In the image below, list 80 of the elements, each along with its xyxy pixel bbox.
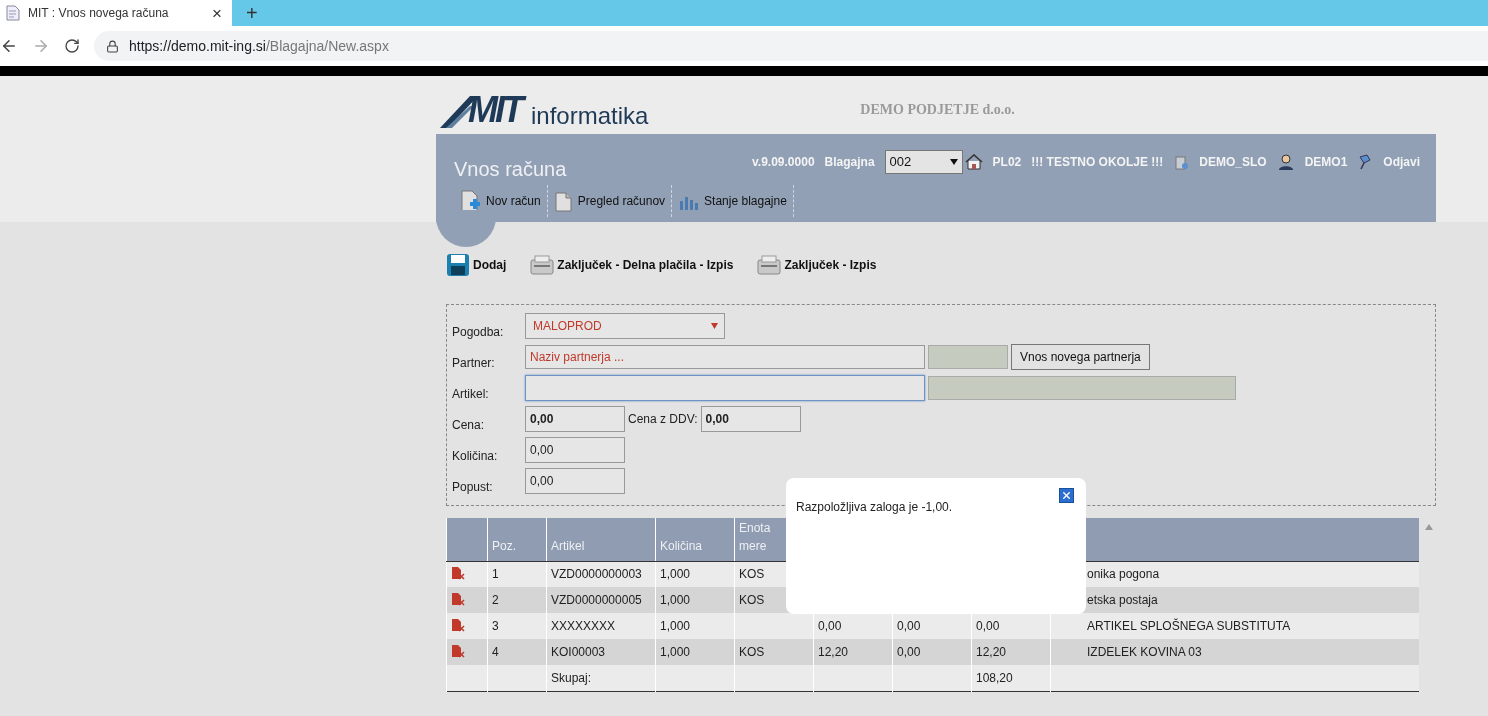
table-cell: 4	[487, 639, 547, 665]
new-tab-button[interactable]: +	[232, 0, 272, 26]
article-field[interactable]	[525, 375, 925, 401]
dropdown-icon	[949, 158, 958, 165]
house-icon	[964, 153, 983, 170]
delete-icon[interactable]	[451, 643, 465, 658]
address-bar[interactable]: https://demo.mit-ing.si/Blagajna/New.aspx	[94, 31, 1488, 61]
close-tab-button[interactable]: ×	[212, 4, 222, 22]
table-cell: ARTIKEL SPLOŠNEGA SUBSTITUTA	[1050, 613, 1419, 639]
table-cell: 12,20	[813, 639, 893, 665]
table-cell: 3	[487, 613, 547, 639]
header-cell: Količina	[655, 518, 735, 561]
dialog-message: Razpoložljiva zaloga je -1,00.	[796, 500, 953, 514]
price-vat-field[interactable]: 0,00	[700, 406, 801, 432]
user-icon	[1276, 152, 1295, 171]
table-cell: 0,00	[813, 613, 893, 639]
action-link[interactable]: Zaključek - Delna plačila - Izpis	[530, 252, 734, 278]
field-label: Cena:	[452, 418, 486, 432]
table-cell: 0,00	[971, 613, 1051, 639]
back-icon[interactable]	[0, 37, 18, 55]
browser-tab[interactable]: MIT : Vnos novega računa ×	[0, 0, 232, 26]
document-add-icon	[460, 189, 482, 213]
delete-icon[interactable]	[451, 565, 465, 580]
field-label: Popust:	[452, 480, 494, 494]
logo: MIT informatika	[440, 92, 649, 128]
table-cell: 1	[487, 561, 547, 587]
table-cell: 1,000	[655, 561, 735, 587]
partner-field[interactable]: Naziv partnerja ...	[525, 345, 925, 369]
field-label: Količina:	[452, 449, 499, 463]
version-text: v.9.09.0000	[752, 154, 815, 169]
reload-icon[interactable]	[64, 38, 80, 54]
table-cell: 2	[487, 587, 547, 613]
lock-icon	[106, 39, 119, 53]
table-cell: 108,20	[971, 665, 1051, 691]
table-cell: VZD0000000005	[546, 587, 656, 613]
contract-select[interactable]: MALOPROD	[525, 313, 725, 339]
header-cell: Artikel	[546, 518, 656, 561]
close-icon[interactable]	[1059, 488, 1074, 503]
company-name: DEMO PODJETJE d.o.o.	[860, 102, 1015, 118]
printer-icon	[530, 254, 555, 276]
field-label: Partner:	[452, 356, 496, 370]
table-cell: 0,00	[892, 613, 972, 639]
table-cell: KOS	[734, 639, 814, 665]
table-cell: 1,000	[655, 587, 735, 613]
table-cell: KOI00003	[546, 639, 656, 665]
delete-icon[interactable]	[451, 591, 465, 606]
table-cell: IZDELEK KOVINA 03	[1050, 639, 1419, 665]
dropdown-icon	[711, 323, 718, 329]
quantity-field[interactable]: 0,00	[525, 437, 625, 463]
action-link[interactable]: Dodaj	[446, 252, 507, 278]
discount-field[interactable]: 0,00	[525, 468, 625, 494]
field-label: Artikel:	[452, 387, 490, 401]
field-label: Cena z DDV:	[628, 412, 698, 426]
table-cell: 1,000	[655, 613, 735, 639]
document-icon	[6, 5, 20, 21]
tab-title: MIT : Vnos novega računa	[28, 6, 170, 20]
header-cell	[446, 518, 488, 561]
action-link[interactable]: Zaključek - Izpis	[757, 252, 877, 278]
building-icon	[1173, 153, 1190, 170]
header-cell: Poz.	[487, 518, 547, 561]
field-label: Pogodba:	[452, 325, 505, 339]
table-cell: VZD0000000003	[546, 561, 656, 587]
url-text: https://demo.mit-ing.si/Blagajna/New.aspx	[129, 38, 389, 54]
table-cell	[487, 665, 547, 691]
page-title: Vnos računa	[454, 158, 567, 181]
price-field[interactable]: 0,00	[525, 406, 625, 432]
table-cell: 0,00	[892, 639, 972, 665]
menu-item[interactable]: Nov račun	[454, 185, 548, 217]
printer-icon	[757, 254, 782, 276]
table-cell: XXXXXXXX	[546, 613, 656, 639]
register-label: Blagajna	[824, 154, 875, 169]
menu-item[interactable]: Pregled računov	[547, 185, 673, 217]
register-select[interactable]: 002	[884, 149, 963, 174]
table-cell: 1,000	[655, 639, 735, 665]
delete-icon[interactable]	[451, 617, 465, 632]
table-cell: Skupaj:	[546, 665, 656, 691]
menu-item[interactable]: Stanje blagajne	[672, 185, 794, 217]
new-partner-button[interactable]: Vnos novega partnerja	[1011, 344, 1150, 370]
documents-icon	[553, 189, 574, 213]
table-cell: 12,20	[971, 639, 1051, 665]
